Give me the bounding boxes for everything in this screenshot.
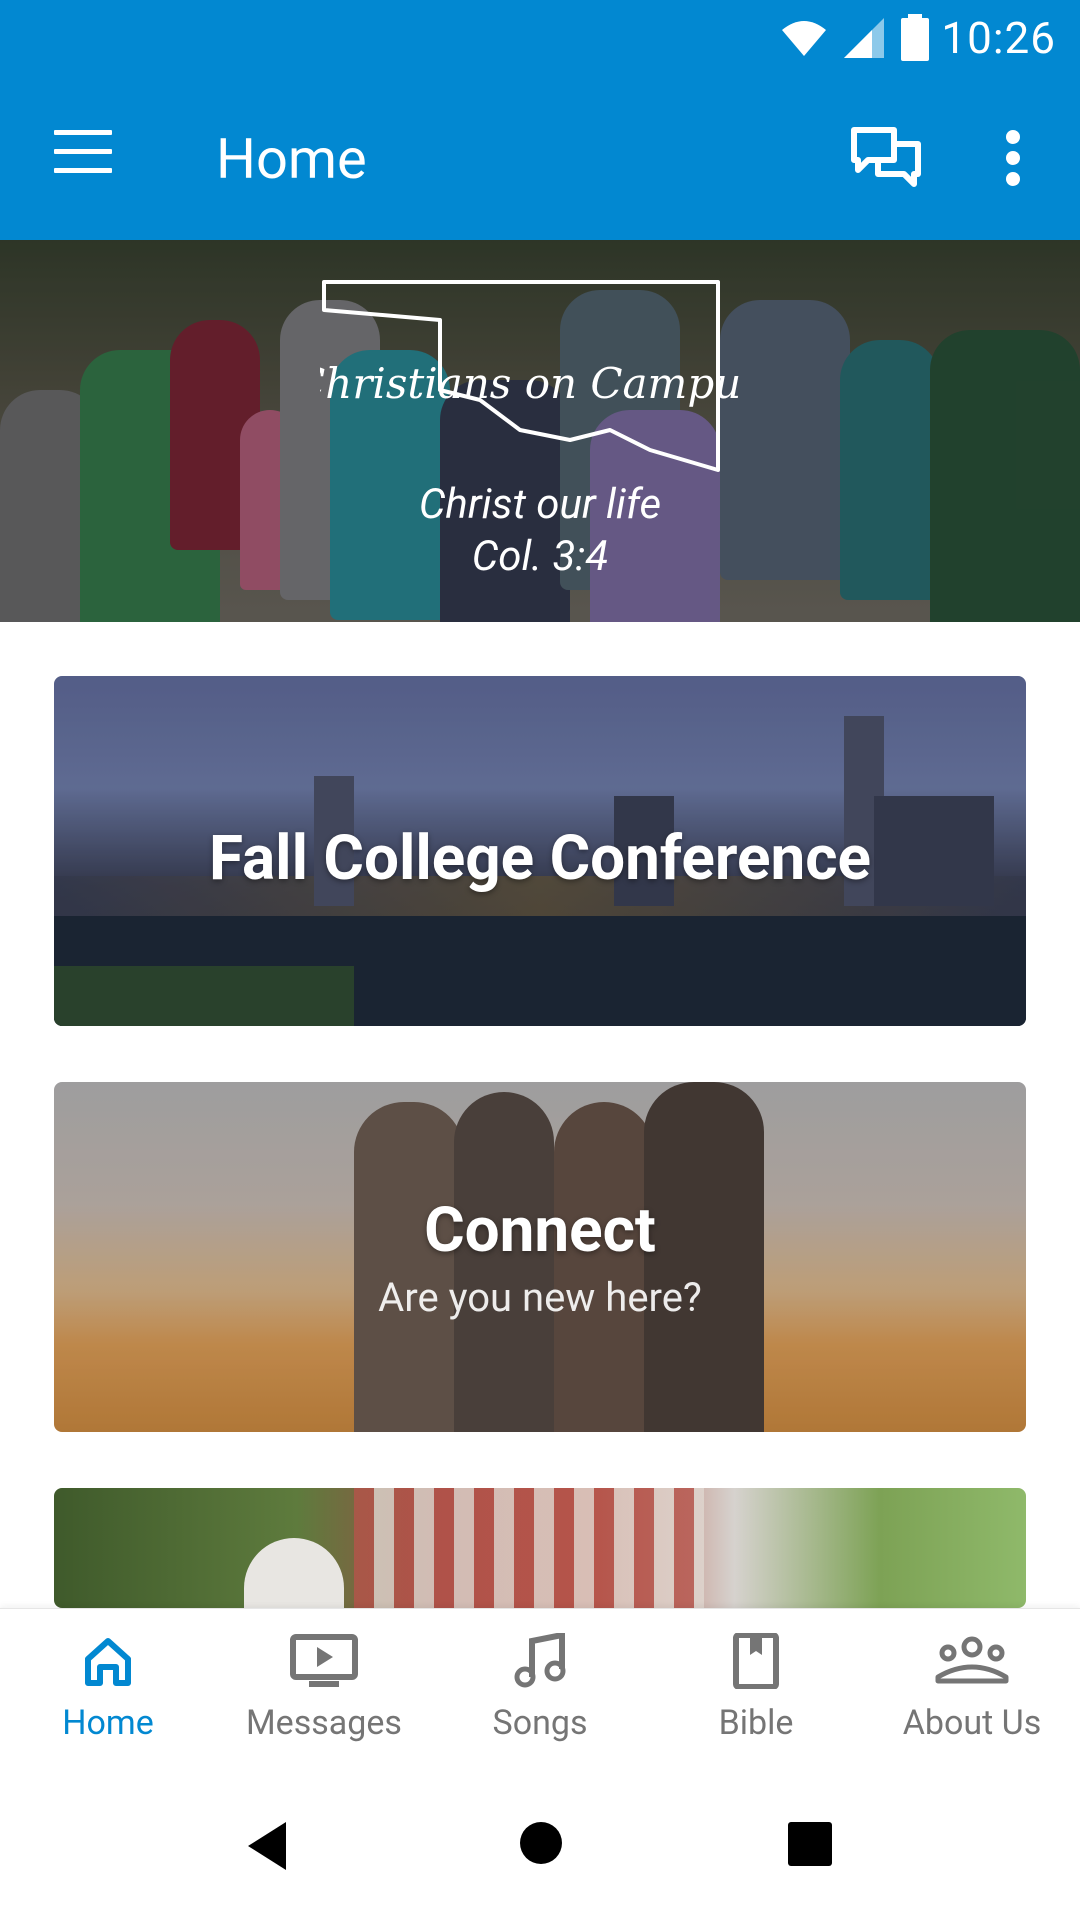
recents-icon[interactable] (786, 1820, 834, 1868)
group-icon (935, 1636, 1009, 1684)
nav-item-bible[interactable]: Bible (648, 1632, 864, 1743)
nav-item-messages[interactable]: Messages (216, 1633, 432, 1743)
nav-item-about-us[interactable]: About Us (864, 1633, 1080, 1743)
bottom-navigation: Home Messages Songs Bible About Us (0, 1608, 1080, 1776)
back-icon[interactable] (244, 1820, 290, 1872)
battery-icon (901, 14, 929, 61)
signal-icon (844, 18, 884, 58)
fall-college-conference-card[interactable]: Fall College Conference (54, 676, 1026, 1026)
music-note-icon (514, 1631, 566, 1688)
video-icon (290, 1634, 358, 1687)
campus-card[interactable] (54, 1488, 1026, 1608)
more-vert-icon[interactable] (998, 130, 1028, 186)
status-time: 10:26 (941, 12, 1056, 64)
system-navigation-bar (0, 1776, 1080, 1920)
nav-label: Bible (718, 1703, 794, 1743)
hero-banner: Christians on Campus Christ our life Col… (0, 240, 1080, 622)
menu-button[interactable] (54, 130, 112, 174)
svg-text:Christians on Campus: Christians on Campus (320, 359, 740, 408)
nav-label: Messages (246, 1703, 402, 1743)
chat-icon[interactable] (850, 126, 922, 190)
wifi-icon (782, 21, 826, 56)
home-icon (85, 1638, 131, 1686)
app-bar: Home (0, 76, 1080, 240)
hero-tagline: Christ our life (418, 480, 662, 529)
nav-item-home[interactable]: Home (0, 1633, 216, 1743)
card-title: Connect (424, 1194, 656, 1267)
status-icons (780, 14, 930, 62)
home-circle-icon[interactable] (518, 1820, 564, 1866)
christians-on-campus-logo: Christians on Campus (320, 280, 740, 472)
hero-verse: Col. 3:4 (471, 532, 609, 581)
nav-label: About Us (902, 1703, 1042, 1743)
card-subtitle: Are you new here? (378, 1274, 702, 1321)
nav-label: Songs (492, 1703, 588, 1743)
status-bar: 10:26 (0, 0, 1080, 76)
book-icon (733, 1632, 779, 1690)
connect-card[interactable]: Connect Are you new here? (54, 1082, 1026, 1432)
nav-label: Home (62, 1703, 154, 1743)
card-title: Fall College Conference (209, 822, 871, 895)
nav-item-songs[interactable]: Songs (432, 1631, 648, 1743)
page-title: Home (216, 126, 367, 192)
